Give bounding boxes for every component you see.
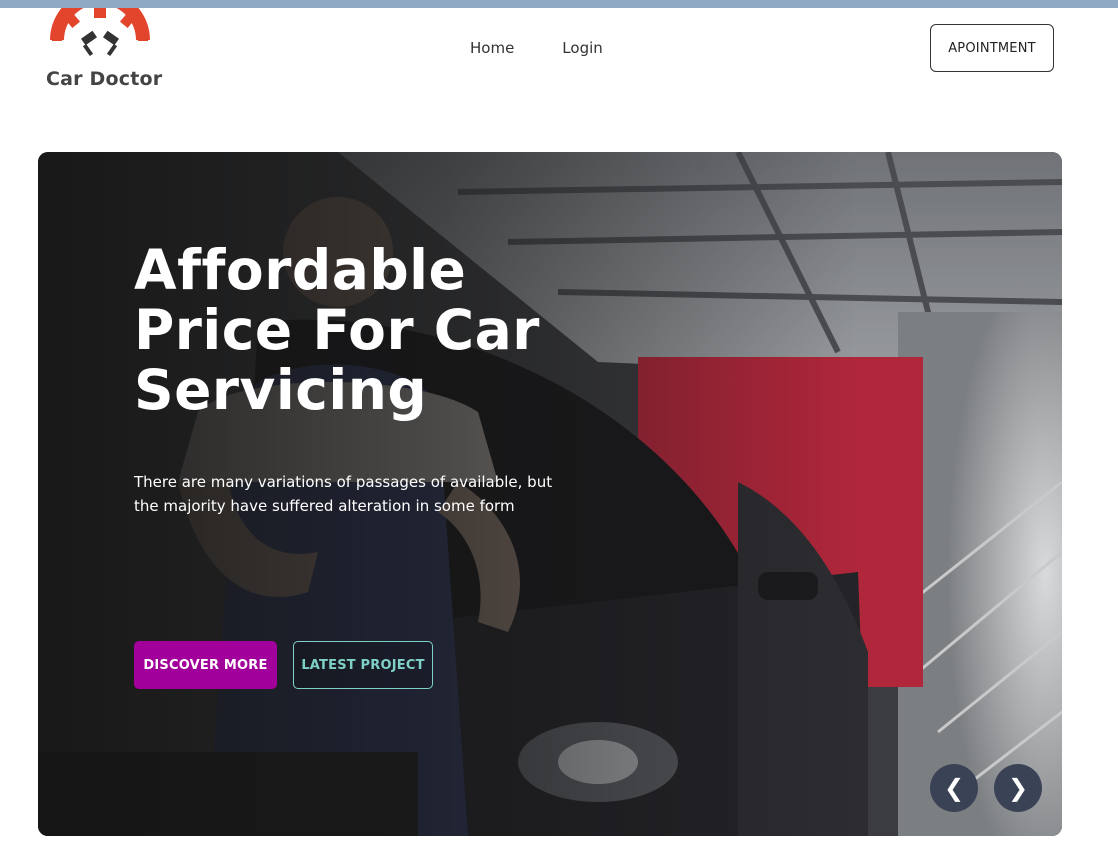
hero-banner: Affordable Price For Car Servicing There…	[38, 152, 1062, 836]
latest-project-button[interactable]: LATEST PROJECT	[293, 641, 433, 689]
chevron-right-icon: ❯	[1007, 774, 1029, 802]
carousel-prev-button[interactable]: ❮	[930, 764, 978, 812]
site-header: Car Doctor Home Login APOINTMENT	[0, 8, 1118, 108]
brand-name: Car Doctor	[46, 68, 163, 90]
main-nav: Home Login	[470, 39, 603, 57]
hero-headline: Affordable Price For Car Servicing	[134, 238, 540, 422]
browser-top-strip	[0, 0, 1118, 8]
nav-home-link[interactable]: Home	[470, 39, 514, 57]
logo[interactable]: Car Doctor	[40, 8, 170, 98]
gear-pistons-logo-icon	[50, 8, 150, 57]
appointment-button[interactable]: APOINTMENT	[930, 24, 1054, 72]
carousel-next-button[interactable]: ❯	[994, 764, 1042, 812]
nav-login-link[interactable]: Login	[562, 39, 602, 57]
chevron-left-icon: ❮	[943, 774, 965, 802]
hero-description: There are many variations of passages of…	[134, 473, 553, 515]
discover-more-button[interactable]: DISCOVER MORE	[134, 641, 277, 689]
